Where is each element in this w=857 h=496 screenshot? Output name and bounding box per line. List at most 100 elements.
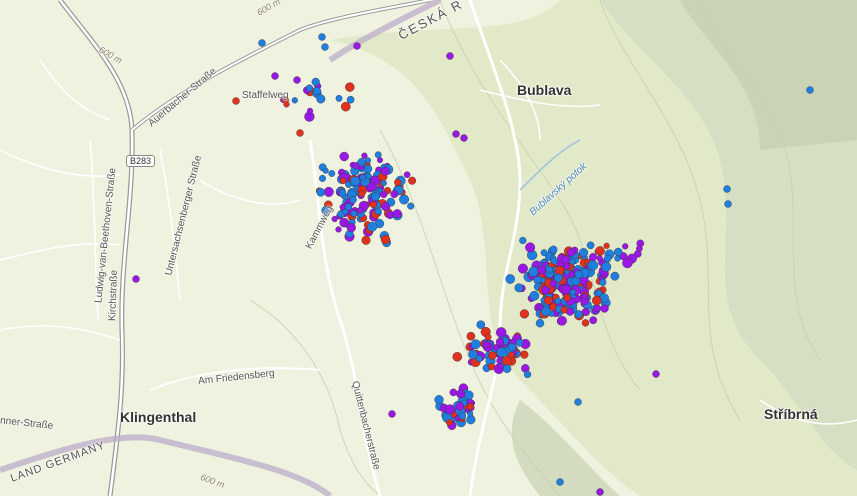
observation-point[interactable] bbox=[554, 265, 565, 276]
observation-point[interactable] bbox=[482, 340, 491, 349]
observation-point[interactable] bbox=[345, 82, 355, 92]
observation-point[interactable] bbox=[338, 189, 347, 197]
observation-point[interactable] bbox=[622, 257, 633, 269]
observation-point[interactable] bbox=[323, 186, 334, 197]
observation-point[interactable] bbox=[484, 333, 492, 341]
observation-point[interactable] bbox=[464, 390, 474, 400]
observation-point[interactable] bbox=[528, 266, 539, 277]
observation-point[interactable] bbox=[321, 43, 329, 51]
observation-point[interactable] bbox=[408, 176, 417, 185]
observation-point[interactable] bbox=[390, 190, 399, 199]
observation-point[interactable] bbox=[394, 178, 402, 187]
observation-point[interactable] bbox=[283, 101, 290, 108]
observation-point[interactable] bbox=[574, 310, 583, 319]
observation-point[interactable] bbox=[350, 176, 361, 187]
observation-point[interactable] bbox=[488, 351, 497, 360]
observation-point[interactable] bbox=[232, 97, 240, 105]
observation-point[interactable] bbox=[445, 419, 453, 426]
observation-point[interactable] bbox=[339, 204, 346, 211]
observation-point[interactable] bbox=[523, 370, 532, 379]
observation-point[interactable] bbox=[388, 410, 396, 418]
observation-point[interactable] bbox=[346, 223, 356, 233]
observation-point[interactable] bbox=[566, 248, 576, 257]
observation-point[interactable] bbox=[449, 388, 458, 397]
observation-point[interactable] bbox=[544, 295, 553, 305]
observation-point[interactable] bbox=[581, 293, 588, 300]
observation-point[interactable] bbox=[603, 242, 610, 249]
observation-point[interactable] bbox=[519, 309, 530, 319]
observation-point[interactable] bbox=[456, 389, 466, 399]
observation-point[interactable] bbox=[359, 174, 366, 181]
observation-point[interactable] bbox=[434, 395, 444, 405]
observation-point[interactable] bbox=[535, 319, 545, 328]
observation-point[interactable] bbox=[622, 243, 629, 250]
observation-point[interactable] bbox=[541, 285, 551, 295]
observation-point[interactable] bbox=[581, 307, 591, 317]
observation-point[interactable] bbox=[529, 290, 540, 301]
observation-point[interactable] bbox=[540, 249, 548, 257]
map-canvas[interactable]: Bublava Klingenthal Stříbrná ČESKÁ R LAN… bbox=[0, 0, 857, 496]
observation-point[interactable] bbox=[563, 262, 571, 270]
observation-point[interactable] bbox=[600, 304, 609, 313]
observation-point[interactable] bbox=[592, 295, 602, 306]
observation-point[interactable] bbox=[305, 84, 314, 92]
observation-point[interactable] bbox=[331, 215, 338, 223]
observation-point[interactable] bbox=[407, 202, 415, 210]
observation-point[interactable] bbox=[399, 194, 410, 205]
observation-point[interactable] bbox=[380, 234, 391, 245]
observation-point[interactable] bbox=[361, 235, 371, 245]
observation-point[interactable] bbox=[569, 289, 577, 296]
observation-point[interactable] bbox=[466, 403, 474, 411]
observation-point[interactable] bbox=[496, 347, 507, 358]
observation-point[interactable] bbox=[352, 162, 360, 170]
observation-point[interactable] bbox=[596, 255, 603, 262]
observation-point[interactable] bbox=[470, 339, 481, 350]
observation-point[interactable] bbox=[520, 350, 529, 359]
observation-point[interactable] bbox=[568, 271, 575, 278]
observation-point[interactable] bbox=[505, 274, 516, 284]
observation-point[interactable] bbox=[587, 260, 599, 271]
observation-point[interactable] bbox=[291, 97, 298, 104]
observation-point[interactable] bbox=[541, 306, 551, 317]
observation-point[interactable] bbox=[349, 195, 357, 204]
observation-point[interactable] bbox=[335, 95, 343, 102]
observation-point[interactable] bbox=[502, 364, 512, 373]
observation-point[interactable] bbox=[446, 52, 454, 60]
observation-point[interactable] bbox=[589, 316, 598, 325]
observation-point[interactable] bbox=[614, 247, 623, 257]
observation-point[interactable] bbox=[380, 166, 390, 176]
observation-point[interactable] bbox=[132, 275, 140, 283]
observation-point[interactable] bbox=[335, 226, 342, 233]
observation-point[interactable] bbox=[487, 363, 496, 371]
observation-point[interactable] bbox=[350, 210, 358, 218]
observation-point[interactable] bbox=[466, 331, 476, 341]
observation-point[interactable] bbox=[724, 200, 732, 208]
observation-point[interactable] bbox=[636, 245, 643, 252]
observation-point[interactable] bbox=[367, 221, 378, 232]
observation-point[interactable] bbox=[316, 94, 326, 104]
observation-point[interactable] bbox=[519, 236, 527, 245]
observation-point[interactable] bbox=[374, 151, 382, 159]
observation-point[interactable] bbox=[381, 202, 390, 212]
observation-point[interactable] bbox=[374, 207, 382, 215]
observation-point[interactable] bbox=[806, 86, 814, 94]
observation-point[interactable] bbox=[258, 39, 266, 47]
observation-point[interactable] bbox=[514, 283, 524, 293]
observation-point[interactable] bbox=[466, 415, 476, 425]
observation-point[interactable] bbox=[271, 72, 279, 80]
observation-point[interactable] bbox=[517, 263, 528, 274]
observation-point[interactable] bbox=[593, 304, 602, 313]
observation-point[interactable] bbox=[353, 42, 361, 50]
observation-point[interactable] bbox=[369, 201, 377, 209]
observation-point[interactable] bbox=[380, 190, 388, 199]
observation-point[interactable] bbox=[340, 101, 351, 112]
observation-point[interactable] bbox=[322, 167, 329, 174]
observation-point[interactable] bbox=[312, 86, 322, 96]
observation-point[interactable] bbox=[364, 157, 372, 164]
observation-point[interactable] bbox=[316, 187, 326, 197]
observation-point[interactable] bbox=[549, 279, 558, 288]
observation-point[interactable] bbox=[476, 320, 486, 330]
observation-point[interactable] bbox=[545, 266, 554, 274]
observation-point[interactable] bbox=[319, 174, 327, 182]
observation-point[interactable] bbox=[581, 319, 590, 327]
